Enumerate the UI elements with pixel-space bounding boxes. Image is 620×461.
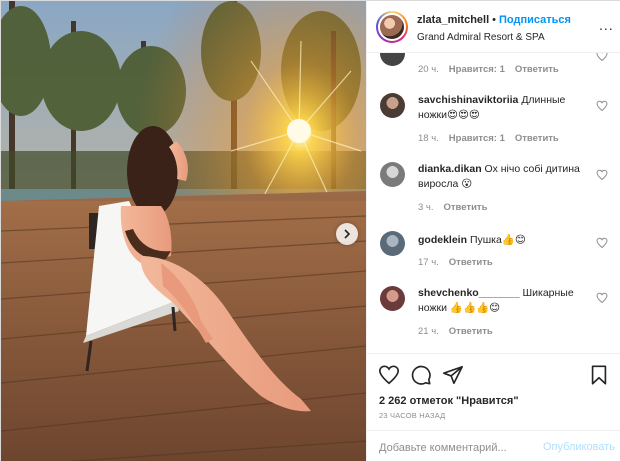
- post-comment-button[interactable]: Опубликовать: [543, 441, 615, 453]
- reply-button[interactable]: Ответить: [515, 133, 559, 144]
- comment-icon[interactable]: [410, 364, 432, 386]
- more-options-icon[interactable]: ...: [599, 17, 614, 33]
- heart-small-icon[interactable]: [596, 169, 608, 181]
- heart-small-icon[interactable]: [596, 100, 608, 112]
- comment-meta: 20 ч. Нравится: 1 Ответить: [418, 64, 569, 75]
- comment-time: 21 ч.: [418, 326, 439, 337]
- comment-meta: 3 ч. Ответить: [418, 202, 497, 213]
- heart-small-icon[interactable]: [596, 237, 608, 249]
- commenter-avatar[interactable]: [380, 231, 405, 256]
- comment-time: 20 ч.: [418, 64, 439, 75]
- comment-input[interactable]: [379, 439, 539, 457]
- add-comment-row: Опубликовать: [367, 430, 620, 461]
- commenter-avatar[interactable]: [380, 162, 405, 187]
- comment-username[interactable]: savchishinaviktoriia: [418, 94, 518, 106]
- follow-button[interactable]: Подписаться: [499, 14, 571, 26]
- next-photo-button[interactable]: [336, 223, 358, 245]
- reply-button[interactable]: Ответить: [444, 202, 488, 213]
- instagram-post: zlata_mitchell • Подписаться Grand Admiral…: [0, 0, 620, 461]
- commenter-avatar[interactable]: [380, 286, 405, 311]
- comment-text: Пушка👍😊: [469, 234, 526, 246]
- post-time[interactable]: 23 ЧАСОВ НАЗАД: [379, 411, 445, 420]
- comment-meta: 21 ч. Ответить: [418, 326, 503, 337]
- comment-username[interactable]: godeklein: [418, 234, 467, 246]
- comment-username[interactable]: shevchenko_______: [418, 287, 520, 299]
- commenter-avatar[interactable]: [380, 53, 405, 66]
- avatar-image: [378, 13, 406, 41]
- likes-count[interactable]: 2 262 отметок "Нравится": [379, 395, 519, 407]
- comment-body: savchishinaviktoriia Длинные ножки😍😍😍: [418, 93, 588, 123]
- bookmark-icon[interactable]: [588, 364, 610, 386]
- comment-body: shevchenko_______ Шикарные ножки 👍👍👍😊: [418, 286, 588, 316]
- comment-meta: 18 ч. Нравится: 1 Ответить: [418, 133, 569, 144]
- post-side-panel: zlata_mitchell • Подписаться Grand Admiral…: [366, 1, 620, 461]
- reply-button[interactable]: Ответить: [449, 326, 493, 337]
- post-location[interactable]: Grand Admiral Resort & SPA: [417, 32, 545, 43]
- reply-button[interactable]: Ответить: [449, 257, 493, 268]
- reply-button[interactable]: Ответить: [515, 64, 559, 75]
- comment-time: 18 ч.: [418, 133, 439, 144]
- post-actions: 2 262 отметок "Нравится" 23 ЧАСОВ НАЗАД …: [367, 353, 620, 461]
- chevron-right-icon: [344, 229, 351, 239]
- comment-time: 3 ч.: [418, 202, 434, 213]
- post-header: zlata_mitchell • Подписаться Grand Admiral…: [367, 1, 620, 53]
- comment-time: 17 ч.: [418, 257, 439, 268]
- comment-body: dianka.dikan Ох нічо собі дитина виросла…: [418, 162, 588, 192]
- author-avatar[interactable]: [376, 11, 408, 43]
- heart-small-icon[interactable]: [596, 53, 608, 62]
- comments-list: 20 ч. Нравится: 1 Ответить savchishinavikt…: [367, 53, 620, 353]
- heart-icon[interactable]: [378, 364, 400, 386]
- share-icon[interactable]: [442, 364, 464, 386]
- heart-small-icon[interactable]: [596, 292, 608, 304]
- separator-dot: •: [492, 14, 496, 26]
- post-photo[interactable]: [1, 1, 366, 461]
- comment-meta: 17 ч. Ответить: [418, 257, 503, 268]
- photo-image: [1, 1, 366, 461]
- author-username[interactable]: zlata_mitchell: [417, 14, 489, 26]
- comment-body: godeklein Пушка👍😊: [418, 233, 588, 248]
- comment-username[interactable]: dianka.dikan: [418, 163, 482, 175]
- author-line: zlata_mitchell • Подписаться: [417, 14, 571, 26]
- commenter-avatar[interactable]: [380, 93, 405, 118]
- comment-likes[interactable]: Нравится: 1: [449, 64, 505, 75]
- comment-likes[interactable]: Нравится: 1: [449, 133, 505, 144]
